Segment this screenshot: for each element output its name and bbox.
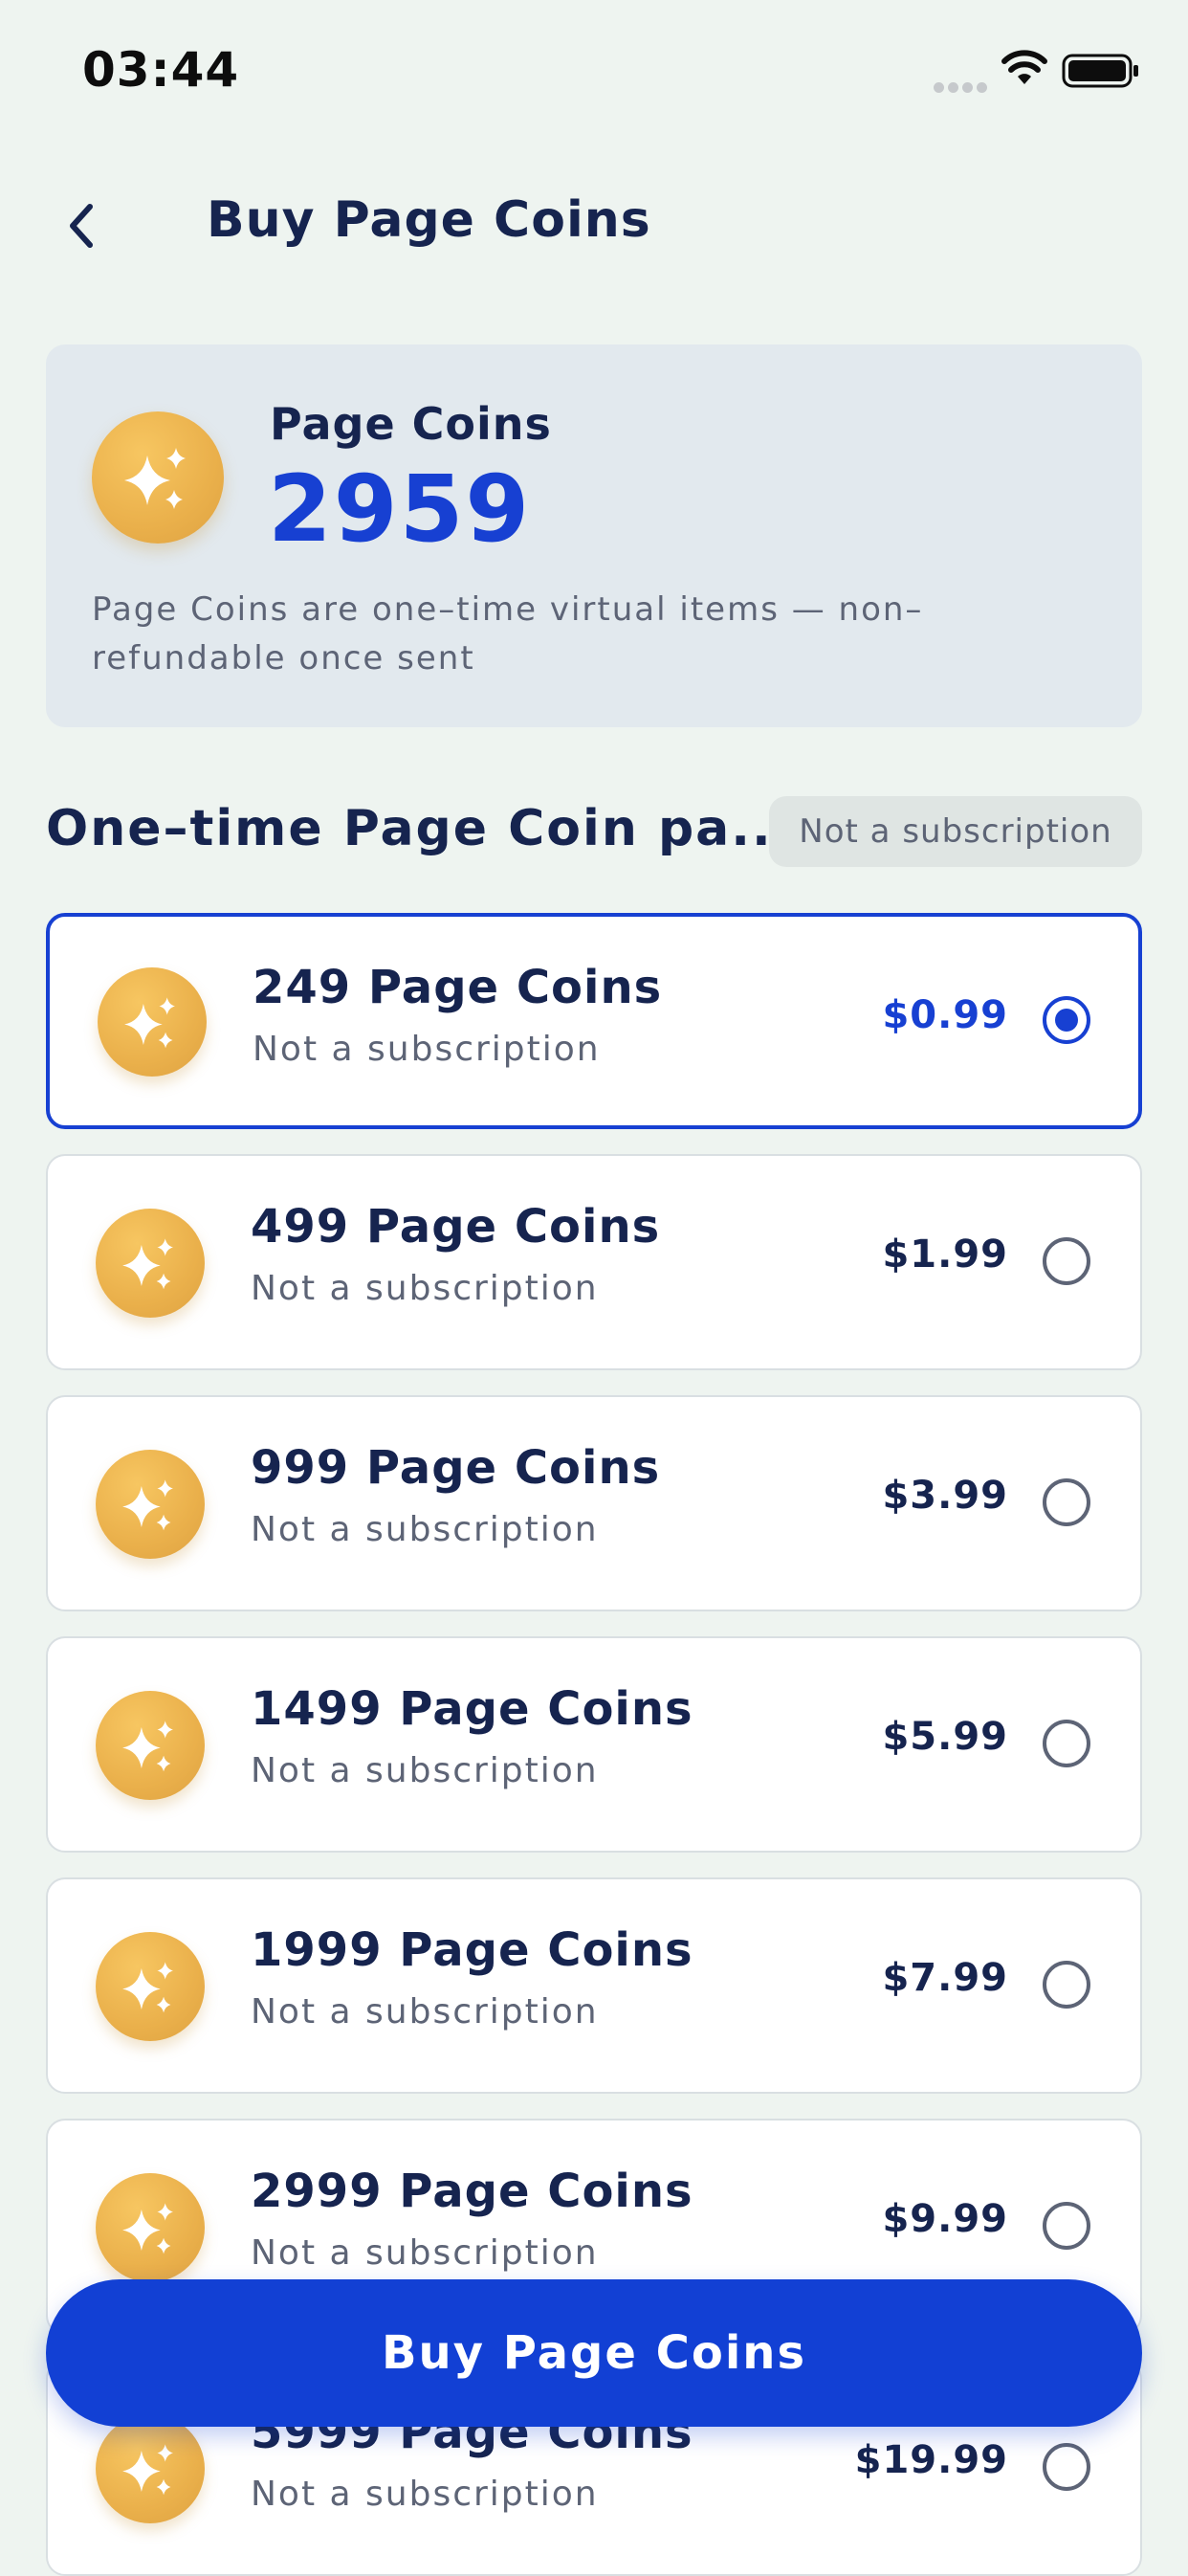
- package-title: 1999 Page Coins: [251, 1923, 693, 1977]
- page-title: Buy Page Coins: [207, 191, 651, 249]
- package-price: $3.99: [882, 1474, 1008, 1518]
- package-option[interactable]: 1999 Page Coins Not a subscription $7.99: [46, 1877, 1142, 2094]
- balance-note: Page Coins are one–time virtual items — …: [92, 590, 924, 677]
- section-title: One–time Page Coin pa...: [46, 800, 794, 857]
- package-radio[interactable]: [1043, 1237, 1090, 1285]
- package-option[interactable]: 1499 Page Coins Not a subscription $5.99: [46, 1636, 1142, 1853]
- sparkle-coin-icon: [96, 1450, 205, 1559]
- package-price: $19.99: [854, 2438, 1008, 2482]
- package-subtitle: Not a subscription: [251, 1751, 599, 1790]
- sparkle-coin-icon: [98, 967, 207, 1077]
- package-subtitle: Not a subscription: [251, 1510, 599, 1549]
- package-subtitle: Not a subscription: [251, 1269, 599, 1308]
- package-title: 2999 Page Coins: [251, 2165, 693, 2218]
- package-radio[interactable]: [1043, 996, 1090, 1044]
- package-price: $1.99: [882, 1232, 1008, 1277]
- package-price: $5.99: [882, 1715, 1008, 1759]
- package-radio[interactable]: [1043, 2443, 1090, 2491]
- package-subtitle: Not a subscription: [253, 1030, 601, 1069]
- buy-button[interactable]: Buy Page Coins: [46, 2279, 1142, 2427]
- battery-icon: [1062, 54, 1140, 92]
- package-option[interactable]: 499 Page Coins Not a subscription $1.99: [46, 1154, 1142, 1370]
- package-title: 1499 Page Coins: [251, 1682, 693, 1736]
- chevron-left-icon: [70, 204, 93, 248]
- balance-label: Page Coins: [270, 398, 552, 450]
- signal-dots-icon: [934, 78, 991, 97]
- sparkle-coin-icon: [96, 1209, 205, 1318]
- package-title: 999 Page Coins: [251, 1441, 661, 1495]
- back-button[interactable]: [46, 188, 122, 264]
- package-option[interactable]: 999 Page Coins Not a subscription $3.99: [46, 1395, 1142, 1611]
- sparkle-coin-icon: [96, 2173, 205, 2282]
- package-option[interactable]: 249 Page Coins Not a subscription $0.99: [46, 913, 1142, 1129]
- balance-card: Page Coins 2959 Page Coins are one–time …: [46, 344, 1142, 727]
- balance-value: 2959: [268, 455, 532, 563]
- sparkle-coin-icon: [96, 1691, 205, 1800]
- subscription-badge: Not a subscription: [769, 796, 1142, 867]
- package-title: 249 Page Coins: [253, 961, 663, 1014]
- package-price: $0.99: [882, 993, 1008, 1037]
- nav-bar: Buy Page Coins: [0, 172, 1188, 278]
- package-subtitle: Not a subscription: [251, 1992, 599, 2032]
- status-time: 03:44: [82, 42, 240, 98]
- package-subtitle: Not a subscription: [251, 2233, 599, 2273]
- package-price: $7.99: [882, 1956, 1008, 2000]
- status-bar: 03:44: [0, 0, 1188, 144]
- sparkle-coin-icon: [96, 1932, 205, 2041]
- package-title: 499 Page Coins: [251, 1200, 661, 1254]
- wifi-icon: [1001, 50, 1048, 90]
- package-subtitle: Not a subscription: [251, 2475, 599, 2514]
- sparkle-coin-icon: [96, 2414, 205, 2523]
- package-radio[interactable]: [1043, 1720, 1090, 1767]
- package-radio[interactable]: [1043, 2202, 1090, 2250]
- package-price: $9.99: [882, 2197, 1008, 2241]
- sparkle-coin-icon: [92, 411, 224, 544]
- package-radio[interactable]: [1043, 1478, 1090, 1526]
- package-radio[interactable]: [1043, 1961, 1090, 2009]
